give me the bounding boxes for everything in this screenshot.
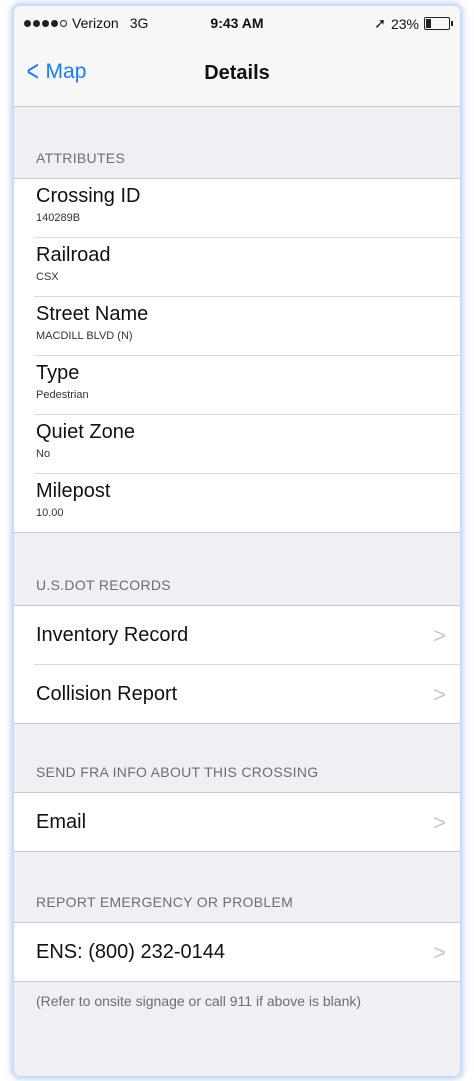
attribute-label: Type bbox=[36, 362, 80, 384]
battery-percent: 23% bbox=[390, 15, 419, 32]
section-header-report: REPORT EMERGENCY OR PROBLEM bbox=[36, 894, 294, 910]
report-group: ENS: (800) 232-0144 > bbox=[14, 922, 460, 982]
chevron-right-icon: > bbox=[433, 940, 446, 965]
email-row[interactable]: Email > bbox=[34, 793, 460, 851]
battery-icon bbox=[424, 17, 453, 30]
attribute-type: Type Pedestrian bbox=[34, 356, 460, 415]
ens-phone-row[interactable]: ENS: (800) 232-0144 > bbox=[34, 923, 460, 981]
attribute-street-name: Street Name MACDILL BLVD (N) bbox=[34, 297, 460, 356]
dot-records-group: Inventory Record > Collision Report > bbox=[14, 605, 460, 724]
send-info-group: Email > bbox=[14, 792, 460, 852]
attribute-crossing-id: Crossing ID 140289B bbox=[34, 179, 460, 238]
chevron-right-icon: > bbox=[433, 623, 446, 648]
status-bar: Verizon 3G 9:43 AM ➚ 23% bbox=[14, 6, 460, 40]
attributes-group: Crossing ID 140289B Railroad CSX Street … bbox=[14, 178, 460, 533]
row-label: Inventory Record bbox=[36, 623, 189, 646]
collision-report-row[interactable]: Collision Report > bbox=[34, 665, 460, 723]
chevron-right-icon: > bbox=[433, 810, 446, 835]
page-title: Details bbox=[204, 62, 270, 84]
attribute-label: Milepost bbox=[36, 480, 111, 502]
attribute-railroad: Railroad CSX bbox=[34, 238, 460, 297]
section-header-send-info: SEND FRA INFO ABOUT THIS CROSSING bbox=[36, 764, 319, 780]
attribute-value: 10.00 bbox=[36, 507, 64, 519]
attribute-label: Railroad bbox=[36, 244, 111, 266]
attribute-label: Crossing ID bbox=[36, 185, 141, 207]
attribute-label: Quiet Zone bbox=[36, 421, 135, 443]
section-header-attributes: ATTRIBUTES bbox=[36, 150, 126, 166]
attribute-quiet-zone: Quiet Zone No bbox=[34, 415, 460, 474]
navigation-bar: < Map Details bbox=[14, 40, 460, 107]
footer-note: (Refer to onsite signage or call 911 if … bbox=[36, 993, 362, 1009]
attribute-label: Street Name bbox=[36, 303, 149, 325]
section-header-dot-records: U.S.DOT RECORDS bbox=[36, 577, 171, 593]
attribute-value: 140289B bbox=[36, 212, 81, 224]
attribute-value: MACDILL BLVD (N) bbox=[36, 330, 133, 342]
inventory-record-row[interactable]: Inventory Record > bbox=[34, 606, 460, 665]
location-arrow-icon: ➚ bbox=[374, 15, 386, 31]
attribute-value: CSX bbox=[36, 271, 59, 283]
attribute-value: Pedestrian bbox=[36, 389, 89, 401]
attribute-value: No bbox=[36, 448, 51, 460]
row-label: Email bbox=[36, 810, 87, 833]
row-label: ENS: (800) 232-0144 bbox=[36, 940, 226, 963]
attribute-milepost: Milepost 10.00 bbox=[34, 474, 460, 532]
chevron-right-icon: > bbox=[433, 682, 446, 707]
phone-screen: Verizon 3G 9:43 AM ➚ 23% < Map Details A… bbox=[14, 6, 460, 1076]
row-label: Collision Report bbox=[36, 682, 178, 705]
